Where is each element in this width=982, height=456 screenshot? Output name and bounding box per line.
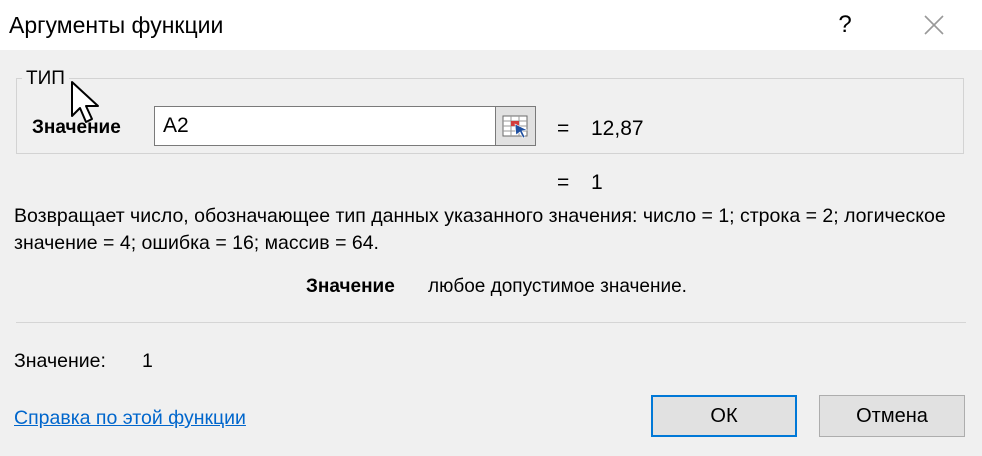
- range-select-icon: [502, 115, 528, 139]
- argument-equals-sign: =: [557, 117, 570, 140]
- close-icon: [924, 15, 944, 35]
- argument-help-text: любое допустимое значение.: [428, 276, 687, 297]
- formula-result-equals-sign: =: [557, 171, 570, 194]
- help-button[interactable]: ?: [828, 8, 862, 42]
- result-label: Значение:: [14, 350, 106, 372]
- argument-evaluated-value: 12,87: [591, 117, 644, 140]
- close-button[interactable]: [915, 8, 953, 42]
- cancel-button[interactable]: Отмена: [819, 395, 965, 437]
- ok-button[interactable]: ОК: [651, 395, 797, 437]
- function-description: Возвращает число, обозначающее тип данны…: [14, 205, 946, 254]
- result-value: 1: [142, 350, 153, 372]
- title-bar: Аргументы функции ?: [0, 0, 982, 50]
- function-name-legend: ТИП: [22, 68, 69, 90]
- collapse-dialog-button[interactable]: [496, 106, 536, 146]
- help-on-function-link[interactable]: Справка по этой функции: [14, 407, 246, 430]
- window-title: Аргументы функции: [9, 12, 224, 38]
- mouse-pointer-icon: [70, 80, 104, 131]
- formula-result-value: 1: [591, 171, 603, 194]
- argument-input[interactable]: [154, 106, 496, 146]
- separator: [16, 322, 966, 323]
- argument-help-name: Значение: [306, 276, 395, 297]
- function-arguments-dialog: Аргументы функции ? ТИП Значение = 12,87…: [0, 0, 982, 456]
